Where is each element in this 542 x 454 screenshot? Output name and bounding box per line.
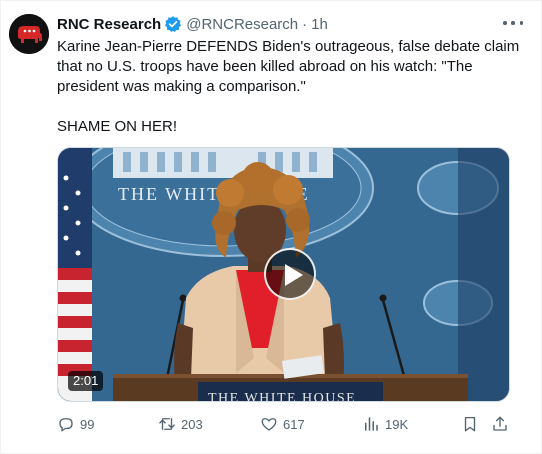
tweet-text-paragraph: Karine Jean-Pierre DEFENDS Biden's outra… [57, 38, 520, 95]
play-button[interactable] [264, 248, 316, 300]
reply-button[interactable]: 99 [57, 413, 94, 435]
avatar[interactable] [9, 14, 49, 54]
bookmark-button[interactable] [461, 413, 479, 435]
bookmark-icon [464, 416, 476, 432]
share-icon [493, 416, 507, 431]
tweet-timestamp[interactable]: 1h [311, 16, 328, 33]
like-button[interactable]: 617 [260, 413, 305, 435]
more-options-icon[interactable] [503, 15, 523, 31]
tweet-text: Karine Jean-Pierre DEFENDS Biden's outra… [57, 37, 527, 137]
views-button[interactable]: 19K [362, 413, 408, 435]
reply-count: 99 [80, 416, 95, 432]
separator-dot: · [302, 15, 308, 33]
like-count: 617 [283, 416, 305, 432]
retweet-button[interactable]: 203 [158, 413, 203, 435]
republican-elephant-logo [9, 14, 49, 54]
tweet-card[interactable]: RNC Research @RNCResearch · 1h Karine Je… [0, 0, 542, 454]
retweet-count: 203 [181, 416, 203, 432]
views-count: 19K [385, 416, 409, 432]
author-handle[interactable]: @RNCResearch [186, 16, 298, 33]
tweet-header: RNC Research @RNCResearch · 1h [57, 14, 328, 34]
views-chart-icon [365, 417, 378, 431]
reply-icon [59, 418, 73, 432]
tweet-actions-bar: 99 203 617 19K [57, 413, 513, 435]
verified-badge-icon [164, 15, 182, 33]
retweet-icon [159, 418, 175, 430]
share-button[interactable] [491, 413, 509, 435]
video-duration-badge: 2:01 [68, 371, 104, 391]
author-display-name[interactable]: RNC Research [57, 16, 161, 33]
video-player[interactable]: THE WHITE HOUSE THE WHITE HOUSE 2:01 [57, 147, 510, 402]
podium-text: THE WHITE HOUSE [208, 391, 356, 402]
heart-icon [261, 418, 277, 431]
tweet-text-paragraph: SHAME ON HER! [57, 118, 178, 135]
